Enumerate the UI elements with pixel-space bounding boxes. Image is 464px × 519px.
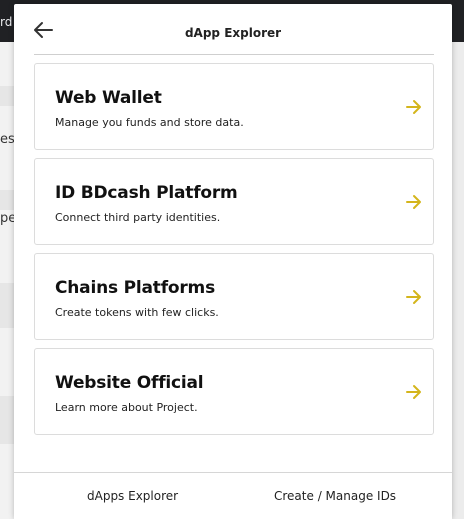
arrow-right-icon [406, 195, 421, 209]
card-title: Chains Platforms [55, 278, 215, 298]
topbar-text-fragment: rd [0, 15, 13, 29]
arrow-right-icon [406, 385, 421, 399]
popup-footer: dApps Explorer Create / Manage IDs [14, 472, 452, 519]
card-title: Website Official [55, 373, 204, 393]
background-stripe [0, 190, 14, 210]
background-text-fragment: es [0, 132, 15, 147]
card-description: Create tokens with few clicks. [55, 306, 219, 319]
page-title: dApp Explorer [184, 26, 282, 40]
card-id-bdcash-platform[interactable]: ID BDcash Platform Connect third party i… [34, 158, 434, 245]
popup-header: dApp Explorer [14, 4, 452, 54]
card-description: Learn more about Project. [55, 401, 198, 414]
background-stripe [0, 86, 14, 106]
card-description: Connect third party identities. [55, 211, 221, 224]
card-web-wallet[interactable]: Web Wallet Manage you funds and store da… [34, 63, 434, 150]
tab-create-manage-ids[interactable]: Create / Manage IDs [274, 489, 396, 503]
background-stripe [0, 283, 14, 328]
card-website-official[interactable]: Website Official Learn more about Projec… [34, 348, 434, 435]
arrow-right-icon [406, 100, 421, 114]
dapp-explorer-popup: dApp Explorer Web Wallet Manage you fund… [14, 4, 452, 519]
card-title: Web Wallet [55, 88, 162, 108]
card-description: Manage you funds and store data. [55, 116, 244, 129]
card-chains-platforms[interactable]: Chains Platforms Create tokens with few … [34, 253, 434, 340]
background-stripe [0, 396, 14, 444]
card-title: ID BDcash Platform [55, 183, 238, 203]
dapp-list: Web Wallet Manage you funds and store da… [34, 63, 434, 443]
tab-dapps-explorer[interactable]: dApps Explorer [87, 489, 178, 503]
background-right-edge [452, 42, 464, 519]
header-divider [34, 54, 434, 55]
arrow-right-icon [406, 290, 421, 304]
